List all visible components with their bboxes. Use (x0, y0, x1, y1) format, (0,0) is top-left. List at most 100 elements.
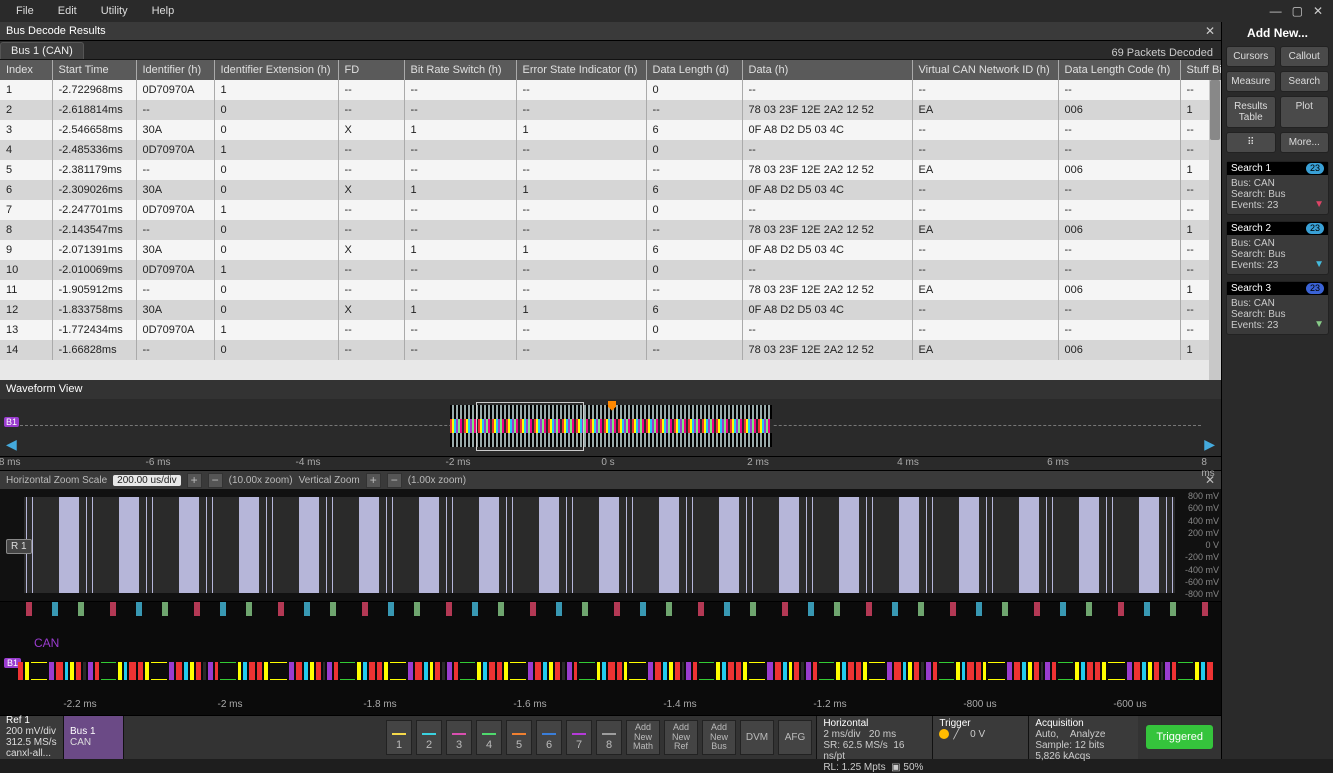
overview-zoom-window[interactable] (476, 402, 584, 451)
time-tick: -1.6 ms (513, 699, 546, 710)
column-header[interactable]: Start Time (52, 60, 136, 80)
table-row[interactable]: 13-1.772434ms0D70970A1------0---------- (0, 320, 1221, 340)
plot-button[interactable]: Plot (1280, 96, 1330, 128)
channel-1-button[interactable]: 1 (386, 720, 412, 755)
table-row[interactable]: 6-2.309026ms30A0X1160F A8 D2 D5 03 4C---… (0, 180, 1221, 200)
window-maximize-icon[interactable]: ▢ (1292, 4, 1303, 18)
zoom-v-plus-icon[interactable]: + (366, 473, 381, 488)
cursors-button[interactable]: Cursors (1226, 46, 1276, 67)
bus-results-title: Bus Decode Results (6, 25, 106, 37)
waveform-overview[interactable]: B1 ◀ ▶ (0, 399, 1221, 457)
bus-segment (789, 662, 793, 680)
bus-tab[interactable]: Bus 1 (CAN) (0, 42, 84, 59)
table-row[interactable]: 3-2.546658ms30A0X1160F A8 D2 D5 03 4C---… (0, 120, 1221, 140)
waveform-view-title: Waveform View (0, 380, 1221, 399)
bus-segment (663, 662, 667, 680)
bus-segment (988, 662, 1004, 680)
table-row[interactable]: 7-2.247701ms0D70970A1------0---------- (0, 200, 1221, 220)
table-row[interactable]: 1-2.722968ms0D70970A1------0---------- (0, 80, 1221, 100)
more--button[interactable]: More... (1280, 132, 1330, 153)
--button[interactable]: ⠿ (1226, 132, 1276, 153)
zoom-scale-value[interactable]: 200.00 us/div (113, 475, 181, 486)
table-row[interactable]: 4-2.485336ms0D70970A1------0---------- (0, 140, 1221, 160)
analog-waveform-area[interactable]: R 1 800 mV600 mV400 mV200 mV0 V-200 mV-4… (0, 489, 1221, 602)
column-header[interactable]: Identifier Extension (h) (214, 60, 338, 80)
column-header[interactable]: Virtual CAN Network ID (h) (912, 60, 1058, 80)
acquisition-settings-box[interactable]: Acquisition Auto, Analyze Sample: 12 bit… (1028, 716, 1138, 759)
measure-button[interactable]: Measure (1226, 71, 1276, 92)
column-header[interactable]: Data Length Code (h) (1058, 60, 1180, 80)
table-row[interactable]: 9-2.071391ms30A0X1160F A8 D2 D5 03 4C---… (0, 240, 1221, 260)
add-new-ref-button[interactable]: AddNewRef (664, 720, 698, 755)
bus-segment (138, 662, 143, 680)
table-row[interactable]: 14-1.66828ms--0--------78 03 23F 12E 2A2… (0, 340, 1221, 360)
menu-help[interactable]: Help (140, 5, 187, 17)
bus-segment (369, 662, 375, 680)
bus-segment (939, 662, 954, 680)
column-header[interactable]: FD (338, 60, 404, 80)
overview-left-arrow-icon[interactable]: ◀ (6, 436, 17, 453)
search-2-pane[interactable]: Search 223Bus: CANSearch: BusEvents: 23▼ (1226, 221, 1329, 275)
bus-segment (151, 662, 167, 680)
table-row[interactable]: 2-2.618814ms--0--------78 03 23F 12E 2A2… (0, 100, 1221, 120)
menu-file[interactable]: File (4, 5, 46, 17)
column-header[interactable]: Stuff Bit Count (h) (1180, 60, 1221, 80)
callout-button[interactable]: Callout (1280, 46, 1330, 67)
menu-edit[interactable]: Edit (46, 5, 89, 17)
table-row[interactable]: 8-2.143547ms--0--------78 03 23F 12E 2A2… (0, 220, 1221, 240)
table-row[interactable]: 10-2.010069ms0D70970A1------0---------- (0, 260, 1221, 280)
bus-segment (699, 662, 714, 680)
channel-8-button[interactable]: 8 (596, 720, 622, 755)
bus-results-close-icon[interactable]: ✕ (1205, 24, 1215, 38)
horizontal-settings-box[interactable]: Horizontal 2 ms/div 20 ms SR: 62.5 MS/s … (816, 716, 932, 759)
table-row[interactable]: 12-1.833758ms30A0X1160F A8 D2 D5 03 4C--… (0, 300, 1221, 320)
results-table-button[interactable]: Results Table (1226, 96, 1276, 128)
bus-segment (1154, 662, 1159, 680)
window-close-icon[interactable]: ✕ (1313, 4, 1323, 18)
column-header[interactable]: Data (h) (742, 60, 912, 80)
column-header[interactable]: Identifier (h) (136, 60, 214, 80)
column-header[interactable]: Bit Rate Switch (h) (404, 60, 516, 80)
add-new-header: Add New... (1222, 22, 1333, 44)
bus-segment (629, 662, 645, 680)
bus-segment (1201, 662, 1205, 680)
channel-2-button[interactable]: 2 (416, 720, 442, 755)
add-new-bus-button[interactable]: AddNewBus (702, 720, 736, 755)
afg-button[interactable]: AFG (778, 720, 812, 755)
search-button[interactable]: Search (1280, 71, 1330, 92)
menu-utility[interactable]: Utility (89, 5, 140, 17)
zoom-h-plus-icon[interactable]: + (187, 473, 202, 488)
bus1-settings-box[interactable]: Bus 1 CAN (64, 716, 124, 759)
overview-right-arrow-icon[interactable]: ▶ (1204, 436, 1215, 453)
search-1-pane[interactable]: Search 123Bus: CANSearch: BusEvents: 23▼ (1226, 161, 1329, 215)
channel-3-button[interactable]: 3 (446, 720, 472, 755)
ref1-settings-box[interactable]: Ref 1 200 mV/div 312.5 MS/s canxl-all... (0, 716, 64, 759)
channel-4-button[interactable]: 4 (476, 720, 502, 755)
ref1-badge[interactable]: R 1 (6, 539, 32, 554)
overview-time-axis: -8 ms-6 ms-4 ms-2 ms0 s2 ms4 ms6 ms8 ms (0, 457, 1221, 470)
table-row[interactable]: 5-2.381179ms--0--------78 03 23F 12E 2A2… (0, 160, 1221, 180)
channel-7-button[interactable]: 7 (566, 720, 592, 755)
window-minimize-icon[interactable]: — (1270, 4, 1282, 18)
bus-decode-table[interactable]: IndexStart TimeIdentifier (h)Identifier … (0, 60, 1221, 360)
table-row[interactable]: 11-1.905912ms--0--------78 03 23F 12E 2A… (0, 280, 1221, 300)
vscale-label: -600 mV (1179, 577, 1219, 587)
column-header[interactable]: Error State Indicator (h) (516, 60, 646, 80)
bus-segment (95, 662, 99, 680)
zoom-h-minus-icon[interactable]: − (208, 473, 223, 488)
column-header[interactable]: Index (0, 60, 52, 80)
vscale-label: 800 mV (1179, 491, 1219, 501)
vscale-label: -800 mV (1179, 589, 1219, 599)
bus-segment (549, 662, 553, 680)
dvm-button[interactable]: DVM (740, 720, 774, 755)
column-header[interactable]: Data Length (d) (646, 60, 742, 80)
trigger-settings-box[interactable]: Trigger ╱ 0 V (932, 716, 1028, 759)
channel-6-button[interactable]: 6 (536, 720, 562, 755)
triggered-button[interactable]: Triggered (1146, 725, 1213, 749)
table-vscroll[interactable] (1209, 80, 1221, 380)
search-3-pane[interactable]: Search 323Bus: CANSearch: BusEvents: 23▼ (1226, 281, 1329, 335)
bus-decode-strip[interactable]: B1 CAN -2.2 ms-2 ms-1.8 ms-1.6 ms-1.4 ms… (0, 602, 1221, 715)
channel-5-button[interactable]: 5 (506, 720, 532, 755)
add-new-math-button[interactable]: AddNewMath (626, 720, 660, 755)
zoom-v-minus-icon[interactable]: − (387, 473, 402, 488)
